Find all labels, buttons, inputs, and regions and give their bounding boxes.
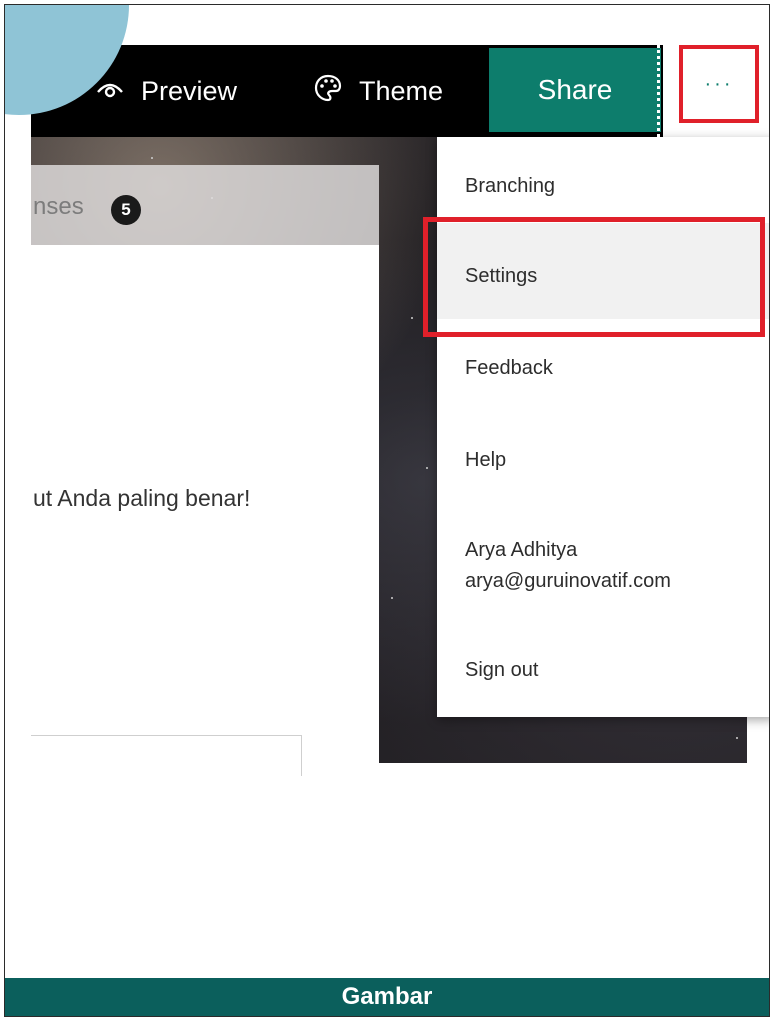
menu-item-account[interactable]: Arya Adhitya arya@guruinovatif.com <box>437 539 769 593</box>
settings-highlight-box <box>423 217 765 337</box>
preview-button[interactable]: Preview <box>95 45 237 137</box>
menu-item-branching[interactable]: Branching <box>437 175 769 198</box>
preview-eye-icon <box>95 76 141 107</box>
form-card: ut Anda paling benar! <box>31 245 379 776</box>
more-options-icon[interactable]: ··· <box>679 45 759 123</box>
toolbar-separator <box>657 45 660 137</box>
theme-button[interactable]: Theme <box>313 45 443 137</box>
top-toolbar: Preview Theme Share <box>31 45 663 137</box>
responses-count-badge: 5 <box>111 195 141 225</box>
tab-responses[interactable]: nses <box>33 193 84 221</box>
preview-label: Preview <box>141 75 238 106</box>
account-email: arya@guruinovatif.com <box>465 570 671 592</box>
menu-item-sign-out[interactable]: Sign out <box>437 659 769 682</box>
screenshot-frame: Preview Theme Share ··· nses 5 ut Anda p… <box>4 4 770 1017</box>
menu-item-feedback[interactable]: Feedback <box>437 357 769 380</box>
question-text: ut Anda paling benar! <box>33 485 251 511</box>
share-button[interactable]: Share <box>489 48 661 132</box>
menu-item-help[interactable]: Help <box>437 449 769 472</box>
answer-input[interactable] <box>31 735 302 776</box>
figure-caption: Gambar <box>5 978 769 1016</box>
responses-tab-strip: nses 5 <box>31 165 379 245</box>
theme-label: Theme <box>359 75 444 106</box>
theme-palette-icon <box>313 73 359 110</box>
account-name: Arya Adhitya <box>465 539 578 561</box>
